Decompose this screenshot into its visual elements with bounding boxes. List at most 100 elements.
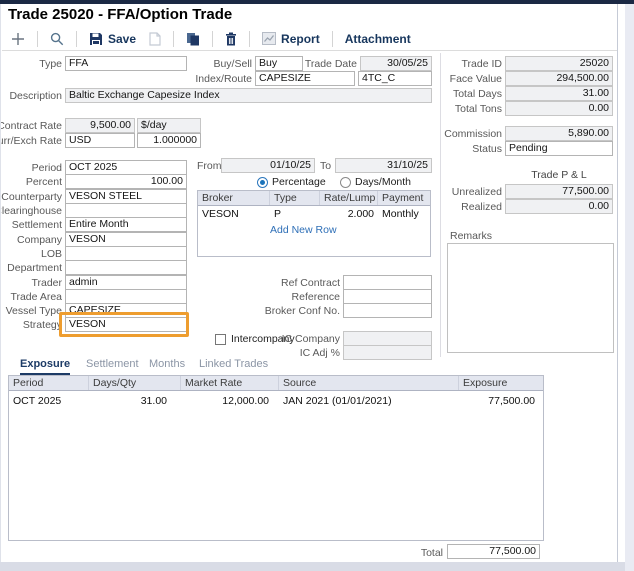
trade-date-label: Trade Date [305, 57, 357, 72]
exposure-days-cell: 31.00 [89, 393, 181, 409]
broker-cell: VESON [198, 206, 270, 222]
buy-sell-input[interactable]: Buy [255, 56, 303, 71]
trader-input[interactable]: admin [65, 275, 187, 290]
exposure-row[interactable]: OCT 2025 31.00 12,000.00 JAN 2021 (01/01… [9, 393, 543, 409]
attachment-label: Attachment [345, 32, 411, 46]
exposure-grid: Period Days/Qty Market Rate Source Expos… [8, 375, 544, 541]
total-tons-input: 0.00 [505, 101, 613, 116]
toolbar-separator [249, 31, 250, 47]
days-qty-col-header[interactable]: Days/Qty [89, 376, 181, 390]
commission-input: 5,890.00 [505, 126, 613, 141]
days-month-radio[interactable] [340, 177, 351, 188]
delete-button[interactable] [222, 30, 240, 48]
window-top-border [0, 0, 634, 4]
toolbar: Save Report Attachment [8, 28, 414, 49]
settlement-input[interactable]: Entire Month [65, 217, 187, 232]
status-input[interactable]: Pending [505, 141, 613, 156]
percentage-radio-label[interactable]: Percentage [272, 176, 326, 188]
contract-rate-label: Contract Rate [0, 119, 62, 134]
days-month-radio-label[interactable]: Days/Month [355, 176, 411, 188]
clearinghouse-label: Clearinghouse [0, 204, 62, 219]
attachment-button[interactable]: Attachment [342, 30, 414, 48]
period-input[interactable]: OCT 2025 [65, 160, 187, 175]
percent-label: Percent [26, 175, 62, 190]
rate-lump-col-header[interactable]: Rate/Lump [320, 191, 378, 205]
ic-adj-input[interactable] [343, 345, 432, 360]
trader-label: Trader [31, 276, 62, 291]
exch-rate-input[interactable]: 1.000000 [137, 133, 201, 148]
reference-input[interactable] [343, 289, 432, 304]
buy-sell-label: Buy/Sell [213, 57, 252, 72]
source-col-header[interactable]: Source [279, 376, 459, 390]
toolbar-divider [2, 50, 617, 51]
type-input[interactable]: FFA [65, 56, 187, 71]
department-input[interactable] [65, 260, 187, 275]
toolbar-separator [173, 31, 174, 47]
to-input[interactable]: 31/10/25 [335, 158, 432, 173]
search-button[interactable] [47, 30, 67, 48]
total-tons-label: Total Tons [455, 102, 502, 117]
trade-window: Trade 25020 - FFA/Option Trade Save Repo… [0, 0, 634, 571]
from-label: From [197, 159, 222, 174]
broker-row[interactable]: VESON P 2.000 Monthly [198, 206, 430, 222]
strategy-label: Strategy [23, 318, 62, 333]
exposure-grid-header: Period Days/Qty Market Rate Source Expos… [9, 376, 543, 391]
company-input[interactable]: VESON [65, 232, 187, 247]
broker-grid: Broker Type Rate/Lump Payment VESON P 2.… [197, 190, 431, 257]
vessel-type-label: Vessel Type [6, 304, 62, 319]
broker-col-header[interactable]: Broker [198, 191, 270, 205]
contract-rate-input[interactable]: 9,500.00 [65, 118, 135, 133]
route-input[interactable]: 4TC_C [358, 71, 432, 86]
percent-input[interactable]: 100.00 [65, 174, 187, 189]
status-label: Status [472, 142, 502, 157]
company-label: Company [17, 233, 62, 248]
type-col-header[interactable]: Type [270, 191, 320, 205]
add-new-row-link[interactable]: Add New Row [270, 224, 337, 236]
save-button[interactable]: Save [86, 30, 139, 48]
total-days-input: 31.00 [505, 86, 613, 101]
report-button[interactable]: Report [259, 30, 323, 48]
save-icon [89, 32, 103, 46]
description-label: Description [9, 89, 62, 104]
contract-rate-unit[interactable]: $/day [137, 118, 201, 133]
payment-col-header[interactable]: Payment [378, 191, 430, 205]
column-divider [440, 53, 441, 357]
curr-exch-label: Curr/Exch Rate [0, 134, 62, 149]
intercompany-checkbox[interactable] [215, 334, 226, 345]
counterparty-input[interactable]: VESON STEEL [65, 189, 187, 204]
vessel-type-input[interactable]: CAPESIZE [65, 303, 187, 318]
copy-button[interactable] [183, 30, 203, 48]
settlement-label: Settlement [12, 218, 62, 233]
counterparty-label: Counterparty [1, 190, 62, 205]
exposure-col-header[interactable]: Exposure [459, 376, 543, 390]
new-document-button [146, 30, 164, 48]
index-input[interactable]: CAPESIZE [255, 71, 355, 86]
lob-input[interactable] [65, 246, 187, 261]
exposure-rate-cell: 12,000.00 [181, 393, 279, 409]
market-rate-col-header[interactable]: Market Rate [181, 376, 279, 390]
trade-date-input[interactable]: 30/05/25 [360, 56, 432, 71]
tab-exposure[interactable]: Exposure [20, 358, 70, 375]
broker-conf-input[interactable] [343, 303, 432, 318]
toolbar-separator [212, 31, 213, 47]
ic-company-input[interactable] [343, 331, 432, 346]
plus-icon [11, 32, 25, 46]
period-col-header[interactable]: Period [9, 376, 89, 390]
trade-id-label: Trade ID [462, 57, 502, 72]
description-input[interactable]: Baltic Exchange Capesize Index [65, 88, 432, 103]
new-button[interactable] [8, 30, 28, 48]
currency-input[interactable]: USD [65, 133, 135, 148]
remarks-textarea[interactable] [447, 243, 614, 353]
tab-settlement[interactable]: Settlement [86, 358, 139, 373]
unrealized-label: Unrealized [452, 185, 502, 200]
strategy-input[interactable]: VESON [65, 317, 187, 332]
total-input: 77,500.00 [447, 544, 540, 559]
tab-linked-trades[interactable]: Linked Trades [199, 358, 268, 373]
clearinghouse-input[interactable] [65, 203, 187, 218]
from-input[interactable]: 01/10/25 [221, 158, 315, 173]
tab-months[interactable]: Months [149, 358, 185, 373]
trade-area-input[interactable] [65, 289, 187, 304]
ref-contract-input[interactable] [343, 275, 432, 290]
trash-icon [225, 32, 237, 46]
percentage-radio[interactable] [257, 177, 268, 188]
